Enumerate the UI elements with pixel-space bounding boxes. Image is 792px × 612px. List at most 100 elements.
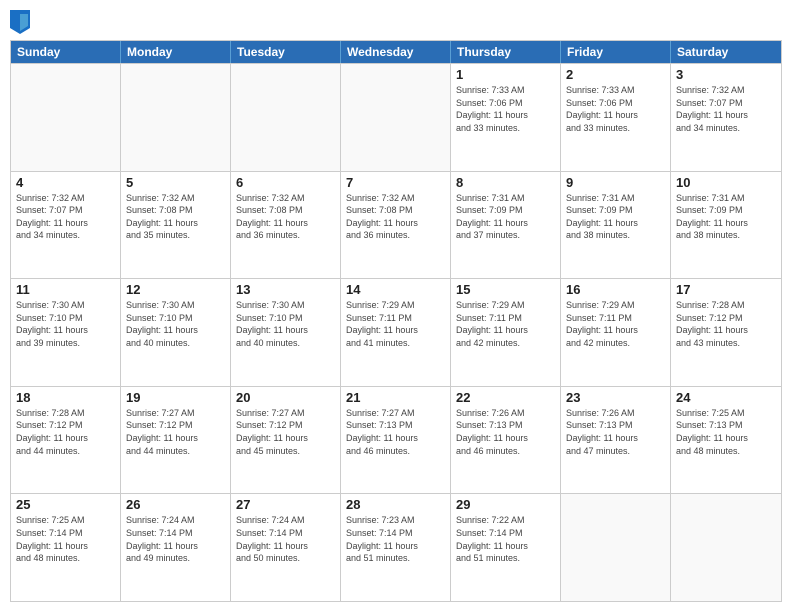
day-info: Sunrise: 7:32 AMSunset: 7:07 PMDaylight:… xyxy=(16,192,115,242)
cal-cell-12: 12 Sunrise: 7:30 AMSunset: 7:10 PMDayligh… xyxy=(121,279,231,386)
day-number: 1 xyxy=(456,67,555,82)
cal-cell-7: 7 Sunrise: 7:32 AMSunset: 7:08 PMDaylight… xyxy=(341,172,451,279)
day-info: Sunrise: 7:29 AMSunset: 7:11 PMDaylight:… xyxy=(346,299,445,349)
day-number: 28 xyxy=(346,497,445,512)
cal-cell-18: 18 Sunrise: 7:28 AMSunset: 7:12 PMDayligh… xyxy=(11,387,121,494)
day-number: 19 xyxy=(126,390,225,405)
day-info: Sunrise: 7:27 AMSunset: 7:13 PMDaylight:… xyxy=(346,407,445,457)
day-info: Sunrise: 7:25 AMSunset: 7:14 PMDaylight:… xyxy=(16,514,115,564)
day-number: 10 xyxy=(676,175,776,190)
cal-cell-empty-4-5 xyxy=(561,494,671,601)
cal-cell-26: 26 Sunrise: 7:24 AMSunset: 7:14 PMDayligh… xyxy=(121,494,231,601)
cal-cell-25: 25 Sunrise: 7:25 AMSunset: 7:14 PMDayligh… xyxy=(11,494,121,601)
day-info: Sunrise: 7:29 AMSunset: 7:11 PMDaylight:… xyxy=(456,299,555,349)
day-info: Sunrise: 7:24 AMSunset: 7:14 PMDaylight:… xyxy=(236,514,335,564)
cal-cell-14: 14 Sunrise: 7:29 AMSunset: 7:11 PMDayligh… xyxy=(341,279,451,386)
day-info: Sunrise: 7:26 AMSunset: 7:13 PMDaylight:… xyxy=(566,407,665,457)
cal-cell-27: 27Sunrise: 7:24 AMSunset: 7:14 PMDayligh… xyxy=(231,494,341,601)
cal-cell-22: 22 Sunrise: 7:26 AMSunset: 7:13 PMDayligh… xyxy=(451,387,561,494)
cal-header-friday: Friday xyxy=(561,41,671,63)
day-number: 11 xyxy=(16,282,115,297)
day-number: 17 xyxy=(676,282,776,297)
cal-cell-10: 10 Sunrise: 7:31 AMSunset: 7:09 PMDayligh… xyxy=(671,172,781,279)
cal-cell-empty-4-6 xyxy=(671,494,781,601)
day-info: Sunrise: 7:28 AMSunset: 7:12 PMDaylight:… xyxy=(676,299,776,349)
day-info: Sunrise: 7:24 AMSunset: 7:14 PMDaylight:… xyxy=(126,514,225,564)
day-number: 23 xyxy=(566,390,665,405)
cal-cell-13: 13 Sunrise: 7:30 AMSunset: 7:10 PMDayligh… xyxy=(231,279,341,386)
cal-week-3: 11 Sunrise: 7:30 AMSunset: 7:10 PMDayligh… xyxy=(11,278,781,386)
cal-cell-empty-0-0 xyxy=(11,64,121,171)
day-number: 6 xyxy=(236,175,335,190)
day-number: 4 xyxy=(16,175,115,190)
cal-cell-empty-0-3 xyxy=(341,64,451,171)
day-number: 13 xyxy=(236,282,335,297)
day-number: 9 xyxy=(566,175,665,190)
day-info: Sunrise: 7:23 AMSunset: 7:14 PMDaylight:… xyxy=(346,514,445,564)
cal-cell-11: 11 Sunrise: 7:30 AMSunset: 7:10 PMDayligh… xyxy=(11,279,121,386)
cal-cell-23: 23 Sunrise: 7:26 AMSunset: 7:13 PMDayligh… xyxy=(561,387,671,494)
cal-cell-19: 19Sunrise: 7:27 AMSunset: 7:12 PMDayligh… xyxy=(121,387,231,494)
cal-cell-17: 17 Sunrise: 7:28 AMSunset: 7:12 PMDayligh… xyxy=(671,279,781,386)
cal-cell-21: 21 Sunrise: 7:27 AMSunset: 7:13 PMDayligh… xyxy=(341,387,451,494)
day-info: Sunrise: 7:32 AMSunset: 7:08 PMDaylight:… xyxy=(236,192,335,242)
day-info: Sunrise: 7:31 AMSunset: 7:09 PMDaylight:… xyxy=(676,192,776,242)
cal-cell-5: 5Sunrise: 7:32 AMSunset: 7:08 PMDaylight… xyxy=(121,172,231,279)
day-info: Sunrise: 7:32 AMSunset: 7:08 PMDaylight:… xyxy=(126,192,225,242)
day-number: 8 xyxy=(456,175,555,190)
cal-cell-6: 6 Sunrise: 7:32 AMSunset: 7:08 PMDaylight… xyxy=(231,172,341,279)
day-info: Sunrise: 7:27 AMSunset: 7:12 PMDaylight:… xyxy=(236,407,335,457)
day-info: Sunrise: 7:22 AMSunset: 7:14 PMDaylight:… xyxy=(456,514,555,564)
cal-header-sunday: Sunday xyxy=(11,41,121,63)
cal-header-tuesday: Tuesday xyxy=(231,41,341,63)
day-info: Sunrise: 7:29 AMSunset: 7:11 PMDaylight:… xyxy=(566,299,665,349)
day-number: 16 xyxy=(566,282,665,297)
cal-cell-24: 24 Sunrise: 7:25 AMSunset: 7:13 PMDayligh… xyxy=(671,387,781,494)
day-info: Sunrise: 7:30 AMSunset: 7:10 PMDaylight:… xyxy=(236,299,335,349)
cal-week-5: 25 Sunrise: 7:25 AMSunset: 7:14 PMDayligh… xyxy=(11,493,781,601)
cal-cell-2: 2Sunrise: 7:33 AMSunset: 7:06 PMDaylight… xyxy=(561,64,671,171)
day-number: 3 xyxy=(676,67,776,82)
cal-cell-20: 20Sunrise: 7:27 AMSunset: 7:12 PMDayligh… xyxy=(231,387,341,494)
day-number: 22 xyxy=(456,390,555,405)
cal-cell-29: 29 Sunrise: 7:22 AMSunset: 7:14 PMDayligh… xyxy=(451,494,561,601)
cal-header-wednesday: Wednesday xyxy=(341,41,451,63)
cal-header-saturday: Saturday xyxy=(671,41,781,63)
day-info: Sunrise: 7:26 AMSunset: 7:13 PMDaylight:… xyxy=(456,407,555,457)
day-info: Sunrise: 7:30 AMSunset: 7:10 PMDaylight:… xyxy=(126,299,225,349)
cal-cell-empty-0-1 xyxy=(121,64,231,171)
day-number: 18 xyxy=(16,390,115,405)
day-number: 15 xyxy=(456,282,555,297)
calendar-body: 1 Sunrise: 7:33 AMSunset: 7:06 PMDaylight… xyxy=(11,63,781,601)
day-number: 25 xyxy=(16,497,115,512)
day-info: Sunrise: 7:33 AMSunset: 7:06 PMDaylight:… xyxy=(566,84,665,134)
day-number: 12 xyxy=(126,282,225,297)
logo xyxy=(10,10,34,34)
day-info: Sunrise: 7:25 AMSunset: 7:13 PMDaylight:… xyxy=(676,407,776,457)
day-number: 14 xyxy=(346,282,445,297)
day-number: 29 xyxy=(456,497,555,512)
page: SundayMondayTuesdayWednesdayThursdayFrid… xyxy=(0,0,792,612)
day-info: Sunrise: 7:31 AMSunset: 7:09 PMDaylight:… xyxy=(456,192,555,242)
day-info: Sunrise: 7:32 AMSunset: 7:07 PMDaylight:… xyxy=(676,84,776,134)
logo-icon xyxy=(10,10,30,34)
day-info: Sunrise: 7:30 AMSunset: 7:10 PMDaylight:… xyxy=(16,299,115,349)
cal-cell-1: 1 Sunrise: 7:33 AMSunset: 7:06 PMDaylight… xyxy=(451,64,561,171)
day-number: 24 xyxy=(676,390,776,405)
day-info: Sunrise: 7:32 AMSunset: 7:08 PMDaylight:… xyxy=(346,192,445,242)
cal-week-4: 18 Sunrise: 7:28 AMSunset: 7:12 PMDayligh… xyxy=(11,386,781,494)
header xyxy=(10,10,782,34)
day-info: Sunrise: 7:28 AMSunset: 7:12 PMDaylight:… xyxy=(16,407,115,457)
day-number: 26 xyxy=(126,497,225,512)
cal-week-2: 4 Sunrise: 7:32 AMSunset: 7:07 PMDaylight… xyxy=(11,171,781,279)
day-number: 21 xyxy=(346,390,445,405)
cal-cell-15: 15 Sunrise: 7:29 AMSunset: 7:11 PMDayligh… xyxy=(451,279,561,386)
cal-cell-3: 3 Sunrise: 7:32 AMSunset: 7:07 PMDaylight… xyxy=(671,64,781,171)
day-number: 7 xyxy=(346,175,445,190)
day-info: Sunrise: 7:33 AMSunset: 7:06 PMDaylight:… xyxy=(456,84,555,134)
day-info: Sunrise: 7:31 AMSunset: 7:09 PMDaylight:… xyxy=(566,192,665,242)
calendar: SundayMondayTuesdayWednesdayThursdayFrid… xyxy=(10,40,782,602)
cal-cell-28: 28 Sunrise: 7:23 AMSunset: 7:14 PMDayligh… xyxy=(341,494,451,601)
cal-header-monday: Monday xyxy=(121,41,231,63)
cal-cell-empty-0-2 xyxy=(231,64,341,171)
